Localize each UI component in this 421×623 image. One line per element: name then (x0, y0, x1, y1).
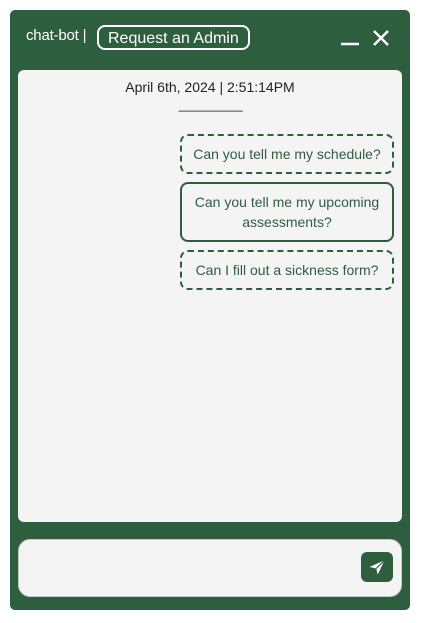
suggestion-sickness-form[interactable]: Can I fill out a sickness form? (180, 250, 394, 290)
send-icon (369, 559, 385, 575)
chat-timestamp: April 6th, 2024 | 2:51:14PM (125, 79, 295, 95)
suggestion-assessments[interactable]: Can you tell me my upcoming assessments? (180, 182, 394, 242)
send-button[interactable] (361, 552, 393, 582)
message-area: April 6th, 2024 | 2:51:14PM ------------… (18, 70, 402, 522)
composer (18, 539, 402, 597)
chatbot-widget: chat-bot | Request an Admin April 6th, 2… (10, 10, 410, 610)
close-icon[interactable] (369, 26, 393, 50)
chat-header: chat-bot | Request an Admin (10, 10, 410, 68)
suggestion-schedule[interactable]: Can you tell me my schedule? (180, 134, 394, 174)
chat-divider: ------------------------------ (178, 106, 243, 117)
chat-title: chat-bot | (26, 27, 87, 44)
request-admin-button[interactable]: Request an Admin (97, 25, 250, 50)
message-input[interactable] (29, 548, 353, 590)
minimize-icon[interactable] (338, 26, 362, 50)
